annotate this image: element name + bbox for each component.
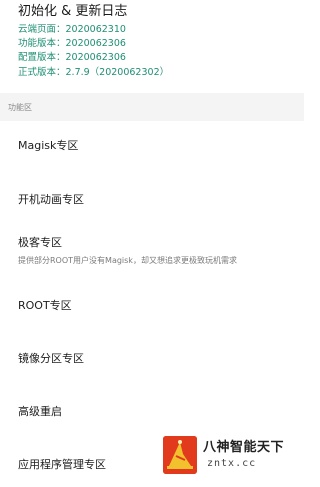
header-title: 初始化 & 更新日志: [18, 4, 128, 19]
config-version: 配置版本：2020062306: [18, 52, 126, 63]
list-item-description: 提供部分ROOT用户没有Magisk，却又想追求更极致玩机需求: [18, 256, 237, 265]
list-item-title: 开机动画专区: [18, 193, 84, 206]
header-panel: 初始化 & 更新日志 云端页面：2020062310 功能版本：20200623…: [0, 0, 304, 93]
watermark-domain: zntx.cc: [207, 458, 257, 469]
list-item-title: 镜像分区专区: [18, 352, 84, 365]
list-item-image-partition[interactable]: 镜像分区专区: [0, 338, 304, 392]
list-item-title: ROOT专区: [18, 299, 72, 312]
list-item-title: 高级重启: [18, 405, 62, 418]
feature-version: 功能版本：2020062306: [18, 38, 126, 49]
watermark-title: 八神智能天下: [203, 440, 285, 455]
list-item-title: 极客专区: [18, 236, 62, 249]
list-item-root[interactable]: ROOT专区: [0, 284, 304, 338]
section-header: 功能区: [0, 93, 304, 121]
list-item-title: 应用程序管理专区: [18, 458, 106, 471]
list-item-boot-animation[interactable]: 开机动画专区: [0, 176, 304, 230]
watermark: 八神智能天下 zntx.cc: [163, 436, 304, 474]
wizard-hat-logo-icon: [163, 436, 197, 474]
release-version: 正式版本：2.7.9（2020062302）: [18, 67, 170, 78]
list-item-title: Magisk专区: [18, 139, 79, 152]
section-label: 功能区: [8, 103, 32, 112]
list-item-geek[interactable]: 极客专区 提供部分ROOT用户没有Magisk，却又想追求更极致玩机需求: [0, 230, 304, 284]
cloud-page-version: 云端页面：2020062310: [18, 24, 126, 35]
list-item-magisk[interactable]: Magisk专区: [0, 122, 304, 176]
